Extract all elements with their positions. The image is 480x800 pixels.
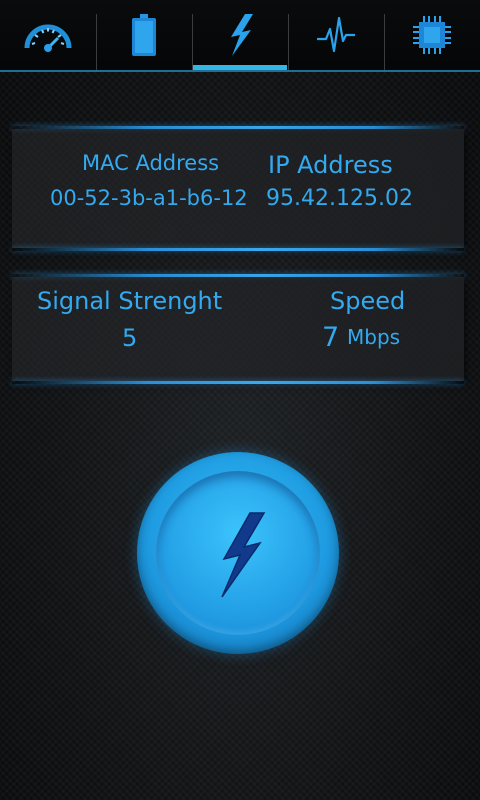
pulse-icon (317, 16, 355, 53)
tab-pulse[interactable] (288, 0, 384, 70)
speed-unit: Mbps (347, 325, 401, 349)
tab-bar (0, 0, 480, 72)
network-panel-bottom-glow (12, 248, 464, 251)
tab-battery[interactable] (96, 0, 192, 70)
network-info-panel: MAC Address 00-52-3b-a1-b6-12 IP Address… (12, 129, 464, 248)
tab-lightning[interactable] (192, 0, 288, 72)
tab-bar-divider (0, 70, 480, 72)
boost-button-inner (156, 471, 320, 635)
ip-address-label: IP Address (268, 151, 393, 179)
app-screen: MAC Address 00-52-3b-a1-b6-12 IP Address… (0, 0, 480, 800)
lightning-bolt-icon (221, 512, 266, 598)
wifi-info-panel: Signal Strenght 5 Speed 7 Mbps (12, 277, 464, 381)
speed-label: Speed (330, 287, 406, 315)
tab-speedometer[interactable] (0, 0, 96, 70)
battery-icon (132, 14, 156, 56)
signal-strength-label: Signal Strenght (37, 287, 223, 315)
lightning-icon (231, 14, 253, 56)
ip-address-value: 95.42.125.02 (266, 186, 413, 211)
cpu-chip-icon (413, 16, 451, 54)
speed-value: 7 (322, 322, 340, 353)
wifi-panel-bottom-glow (12, 381, 464, 384)
tab-cpu[interactable] (384, 0, 480, 70)
speedometer-icon (24, 24, 72, 52)
mac-address-label: MAC Address (82, 151, 220, 175)
boost-button[interactable] (137, 452, 339, 654)
signal-strength-value: 5 (122, 324, 138, 352)
mac-address-value: 00-52-3b-a1-b6-12 (50, 186, 248, 210)
